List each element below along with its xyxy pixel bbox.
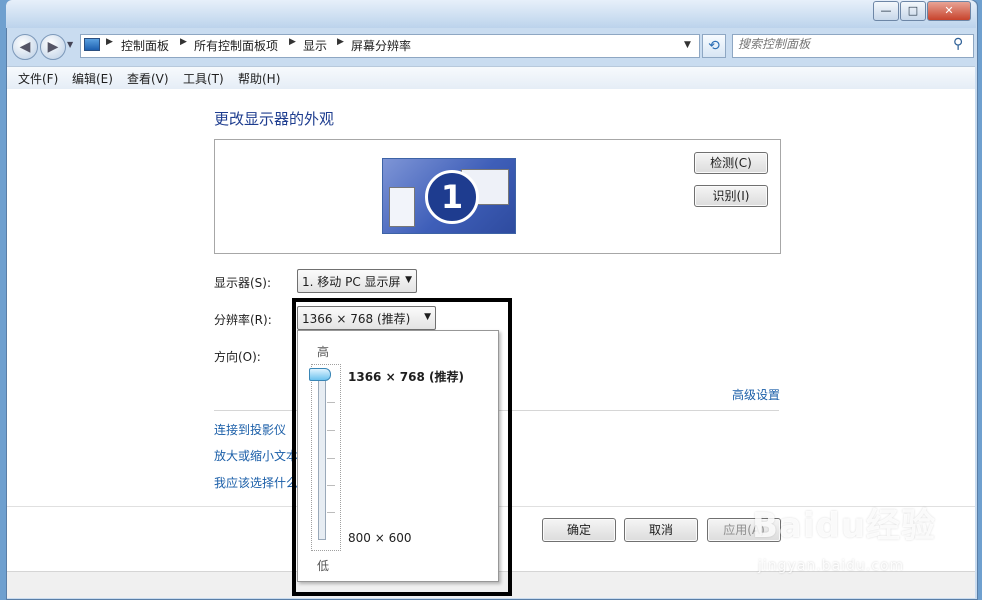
watermark-url: jingyan.baidu.com [758, 558, 905, 574]
refresh-button[interactable]: ⟲ [702, 34, 726, 58]
breadcrumb-separator-icon: ▶ [289, 37, 296, 47]
orientation-label: 方向(O): [214, 350, 261, 364]
baidu-watermark: Baidu经验 [752, 506, 937, 546]
search-input[interactable] [738, 37, 938, 51]
maximize-button[interactable]: □ [900, 1, 926, 21]
ok-button[interactable]: 确定 [542, 518, 616, 542]
cancel-button[interactable]: 取消 [624, 518, 698, 542]
minimize-button[interactable]: — [873, 1, 899, 21]
breadcrumb-screen-resolution[interactable]: 屏幕分辨率 [351, 37, 411, 54]
breadcrumb-separator-icon: ▶ [106, 37, 113, 47]
display-label: 显示器(S): [214, 276, 272, 290]
text-size-link[interactable]: 放大或缩小文本 [214, 447, 298, 464]
monitor-icon[interactable]: 1 [382, 158, 516, 234]
address-dropdown-icon[interactable]: ▼ [684, 40, 691, 50]
history-dropdown-icon[interactable]: ▼ [67, 40, 73, 49]
window-thumbnail-icon [389, 187, 415, 227]
menu-tools[interactable]: 工具(T) [183, 70, 224, 87]
close-button[interactable]: ✕ [927, 1, 971, 21]
breadcrumb-separator-icon: ▶ [180, 37, 187, 47]
forward-arrow-icon: ▶ [47, 39, 59, 55]
menu-help[interactable]: 帮助(H) [238, 70, 280, 87]
highlight-frame [292, 298, 512, 596]
detect-button[interactable]: 检测(C) [694, 152, 768, 174]
breadcrumb-control-panel[interactable]: 控制面板 [121, 37, 169, 54]
back-button[interactable]: ◀ [12, 34, 38, 60]
advanced-settings-link[interactable]: 高级设置 [732, 386, 780, 403]
menu-file[interactable]: 文件(F) [18, 70, 58, 87]
display-select-value: 1. 移动 PC 显示屏 [302, 275, 401, 289]
search-icon[interactable]: ⚲ [953, 36, 963, 52]
breadcrumb-display[interactable]: 显示 [303, 37, 327, 54]
connect-projector-link[interactable]: 连接到投影仪 [214, 421, 286, 438]
chevron-down-icon: ▼ [405, 275, 412, 285]
control-panel-icon [84, 38, 100, 51]
title-bar [6, 0, 976, 28]
back-arrow-icon: ◀ [19, 39, 31, 55]
breadcrumb-separator-icon: ▶ [337, 37, 344, 47]
refresh-icon: ⟲ [708, 38, 720, 54]
resolution-label: 分辨率(R): [214, 313, 272, 327]
menu-edit[interactable]: 编辑(E) [72, 70, 113, 87]
monitor-number-badge: 1 [425, 170, 479, 224]
breadcrumb-all-items[interactable]: 所有控制面板项 [194, 37, 278, 54]
which-settings-link[interactable]: 我应该选择什么 [214, 474, 298, 491]
page-title: 更改显示器的外观 [214, 110, 335, 128]
display-select[interactable]: 1. 移动 PC 显示屏 ▼ [297, 269, 417, 293]
identify-button[interactable]: 识别(I) [694, 185, 768, 207]
forward-button[interactable]: ▶ [40, 34, 66, 60]
menu-view[interactable]: 查看(V) [127, 70, 169, 87]
